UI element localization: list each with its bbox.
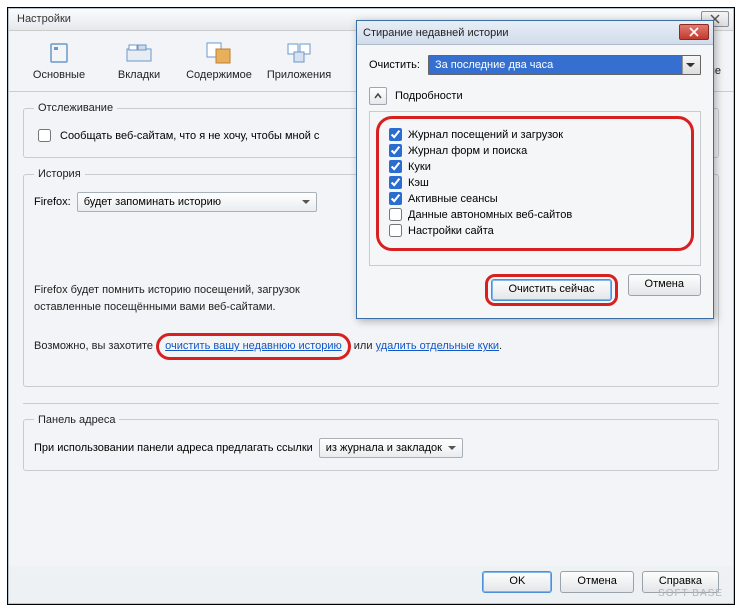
dialog-title: Стирание недавней истории bbox=[363, 27, 509, 39]
details-label: Подробности bbox=[395, 90, 463, 102]
tab-general[interactable]: Основные bbox=[19, 37, 99, 83]
details-checklist: Журнал посещений и загрузок Журнал форм … bbox=[376, 116, 694, 251]
clear-label: Очистить: bbox=[369, 59, 420, 71]
tab-content[interactable]: Содержимое bbox=[179, 37, 259, 83]
addressbar-dropdown[interactable]: из журнала и закладок bbox=[319, 438, 463, 458]
dialog-cancel-button[interactable]: Отмена bbox=[628, 274, 701, 296]
clear-range-dropdown[interactable]: За последние два часа bbox=[428, 55, 701, 75]
tracking-checkbox-label: Сообщать веб-сайтам, что я не хочу, чтоб… bbox=[60, 130, 319, 142]
history-legend: История bbox=[34, 168, 85, 180]
check-sessions[interactable] bbox=[389, 192, 402, 205]
addressbar-legend: Панель адреса bbox=[34, 414, 119, 426]
addressbar-label: При использовании панели адреса предлага… bbox=[34, 442, 313, 454]
tabs-icon bbox=[123, 41, 155, 65]
history-dropdown[interactable]: будет запоминать историю bbox=[77, 192, 317, 212]
delete-cookies-link[interactable]: удалить отдельные куки bbox=[376, 340, 499, 352]
clear-now-button[interactable]: Очистить сейчас bbox=[491, 279, 611, 301]
tracking-legend: Отслеживание bbox=[34, 102, 117, 114]
content-icon bbox=[203, 41, 235, 65]
check-cache[interactable] bbox=[389, 176, 402, 189]
dialog-titlebar: Стирание недавней истории bbox=[357, 21, 713, 45]
addressbar-fieldset: Панель адреса При использовании панели а… bbox=[23, 414, 719, 471]
cancel-button[interactable]: Отмена bbox=[560, 571, 633, 593]
check-offline[interactable] bbox=[389, 208, 402, 221]
check-cookies[interactable] bbox=[389, 160, 402, 173]
details-toggle-button[interactable] bbox=[369, 87, 387, 105]
general-icon bbox=[43, 41, 75, 65]
dialog-close-button[interactable] bbox=[679, 24, 709, 40]
check-visits[interactable] bbox=[389, 128, 402, 141]
main-title: Настройки bbox=[17, 13, 71, 25]
ok-button[interactable]: OK bbox=[482, 571, 552, 593]
clear-history-link[interactable]: очистить вашу недавнюю историю bbox=[165, 340, 342, 352]
check-forms[interactable] bbox=[389, 144, 402, 157]
tab-applications[interactable]: Приложения bbox=[259, 37, 339, 83]
separator bbox=[23, 403, 719, 404]
tab-tabs[interactable]: Вкладки bbox=[99, 37, 179, 83]
check-siteprefs[interactable] bbox=[389, 224, 402, 237]
watermark: SOFT BASE bbox=[658, 588, 723, 599]
chevron-down-icon bbox=[682, 56, 700, 74]
applications-icon bbox=[283, 41, 315, 65]
tracking-checkbox[interactable] bbox=[38, 129, 51, 142]
history-label: Firefox: bbox=[34, 196, 71, 208]
clear-history-dialog: Стирание недавней истории Очистить: За п… bbox=[356, 20, 714, 319]
